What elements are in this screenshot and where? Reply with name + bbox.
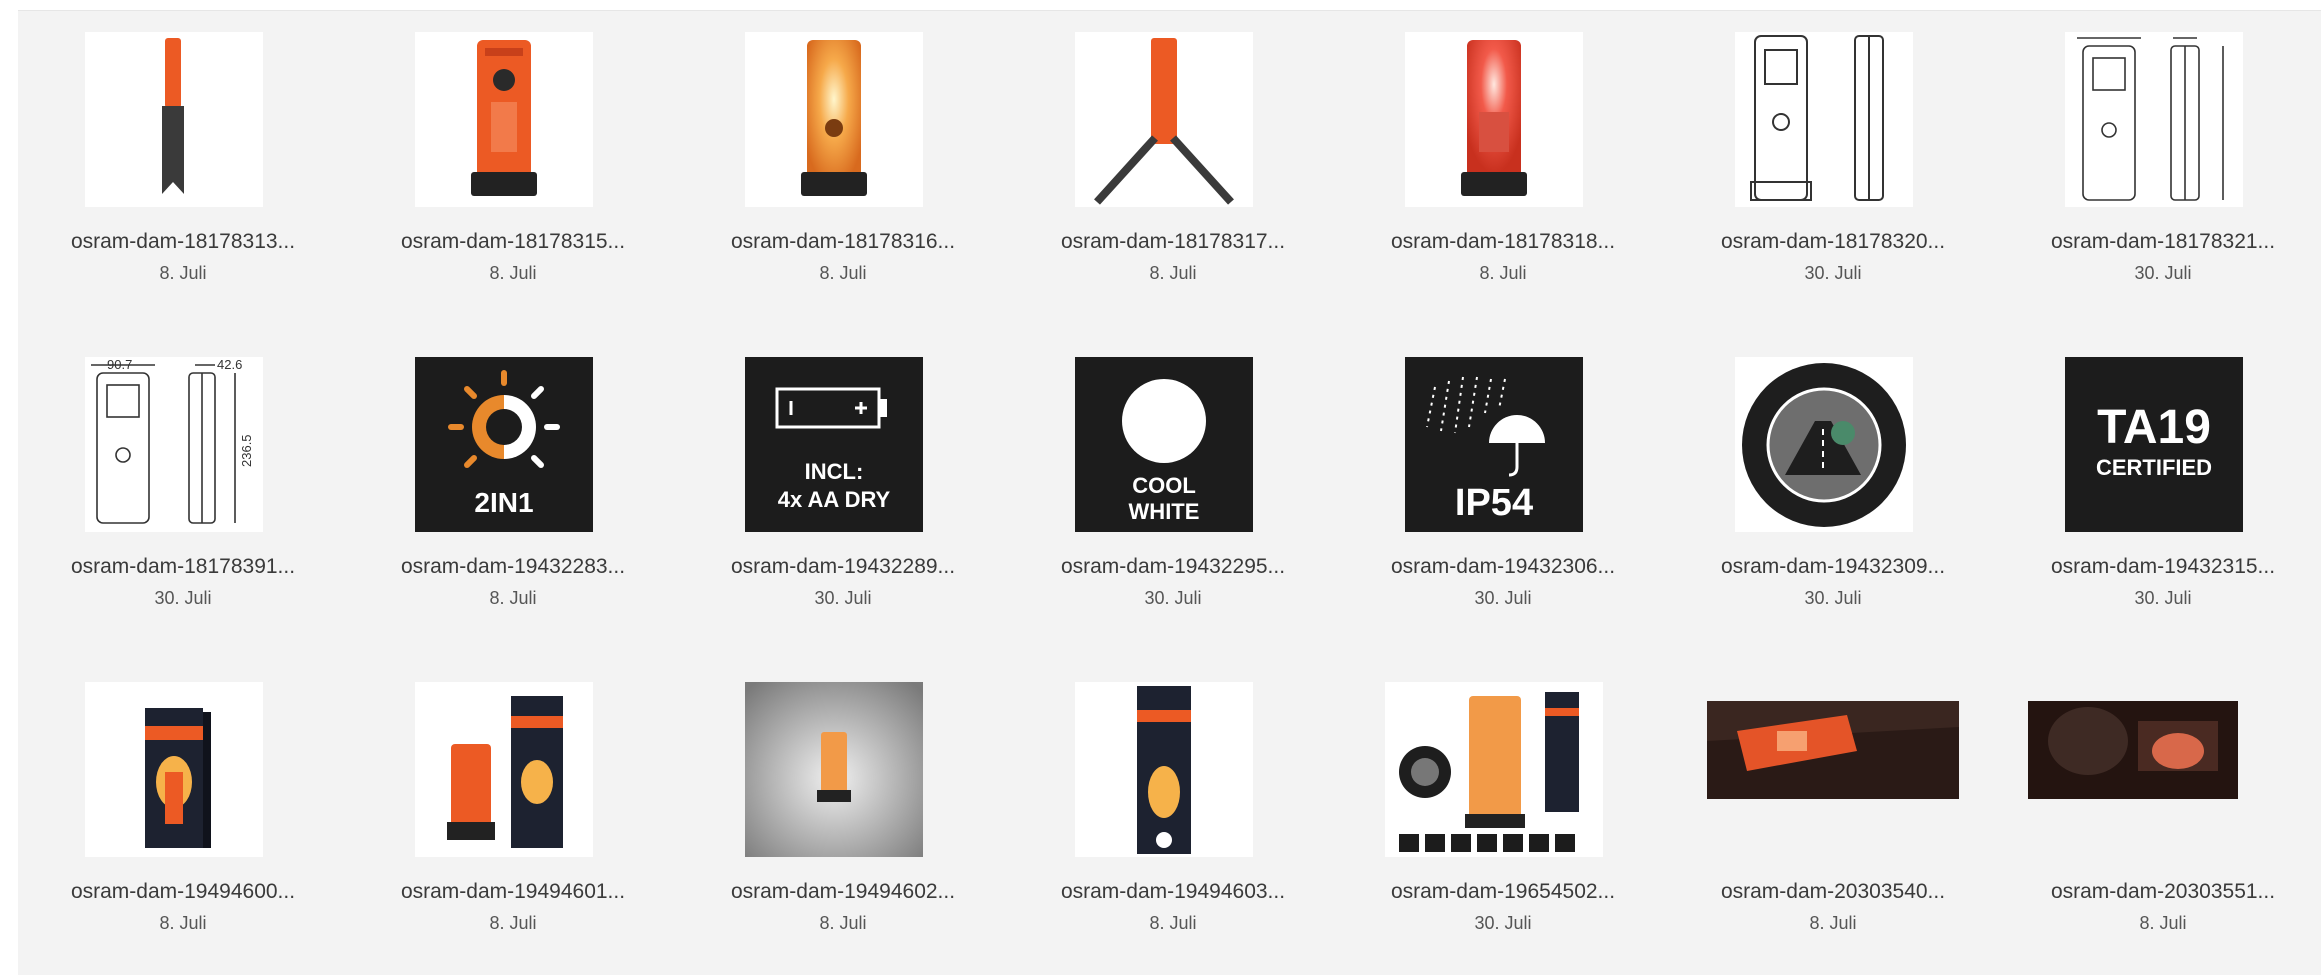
file-date: 8. Juli: [489, 588, 537, 608]
line-drawing-image: [1735, 32, 1913, 207]
file-name: osram-dam-18178313...: [70, 230, 296, 253]
file-tile[interactable]: osram-dam-18178317... 8. Juli: [1008, 11, 1338, 311]
file-name: osram-dam-19432295...: [1060, 555, 1286, 578]
file-name: osram-dam-19494601...: [400, 880, 626, 903]
dimension-drawing-image: [2065, 32, 2243, 207]
packaging-image: [85, 682, 263, 857]
street-legal-seal-image: [1735, 357, 1913, 532]
badge-label-line2: CERTIFIED: [2096, 455, 2212, 480]
cool-white-badge-image: COOL WHITE: [1075, 357, 1253, 532]
file-tile[interactable]: osram-dam-18178320... 30. Juli: [1668, 11, 1998, 311]
file-name: osram-dam-19494603...: [1060, 880, 1286, 903]
file-date: 8. Juli: [2139, 913, 2187, 933]
dimension-depth: 42.6: [217, 357, 242, 372]
file-date: 30. Juli: [1804, 263, 1862, 283]
file-tile[interactable]: IP54 osram-dam-19432306... 30. Juli: [1338, 336, 1668, 636]
badge-label-line2: 4x AA DRY: [778, 487, 891, 512]
file-name: osram-dam-20303551...: [2050, 880, 2276, 903]
file-date: 8. Juli: [159, 263, 207, 283]
file-tile[interactable]: osram-dam-18178315... 8. Juli: [348, 11, 678, 311]
file-tile[interactable]: 90.7 42.6 236.5 osram-dam-18178391... 30…: [18, 336, 348, 636]
badge-label-line1: TA19: [2097, 401, 2211, 454]
car-interior-scene-image: [2028, 701, 2238, 799]
file-date: 30. Juli: [2134, 263, 2192, 283]
file-date: 30. Juli: [1474, 588, 1532, 608]
ta19-badge-image: TA19 CERTIFIED: [2065, 357, 2243, 532]
file-tile[interactable]: osram-dam-19494602... 8. Juli: [678, 661, 1008, 961]
file-date: 8. Juli: [1479, 263, 1527, 283]
file-date: 8. Juli: [489, 913, 537, 933]
file-date: 8. Juli: [1149, 263, 1197, 283]
file-date: 30. Juli: [154, 588, 212, 608]
badge-label-line1: INCL:: [805, 459, 864, 484]
badge-label-line2: WHITE: [1129, 499, 1200, 524]
file-date: 8. Juli: [489, 263, 537, 283]
file-tile[interactable]: osram-dam-19494600... 8. Juli: [18, 661, 348, 961]
badge-label: 2IN1: [474, 487, 533, 518]
file-tile[interactable]: osram-dam-18178313... 8. Juli: [18, 11, 348, 311]
lamp-back-image: [415, 32, 593, 207]
file-tile[interactable]: osram-dam-20303540... 8. Juli: [1668, 661, 1998, 961]
file-date: 30. Juli: [1144, 588, 1202, 608]
lamp-tripod-image: [1075, 32, 1253, 207]
file-tile[interactable]: osram-dam-18178318... 8. Juli: [1338, 11, 1668, 311]
lamp-red-lit-image: [1405, 32, 1583, 207]
file-date: 8. Juli: [159, 913, 207, 933]
file-tile[interactable]: osram-dam-20303551... 8. Juli: [1998, 661, 2321, 961]
file-date: 30. Juli: [814, 588, 872, 608]
file-name: osram-dam-19432306...: [1390, 555, 1616, 578]
2in1-badge-image: 2IN1: [415, 357, 593, 532]
file-name: osram-dam-18178315...: [400, 230, 626, 253]
file-name: osram-dam-18178391...: [70, 555, 296, 578]
file-tile[interactable]: osram-dam-19494603... 8. Juli: [1008, 661, 1338, 961]
file-date: 8. Juli: [819, 263, 867, 283]
file-date: 8. Juli: [1809, 913, 1857, 933]
dimension-drawing-mm-image: 90.7 42.6 236.5: [85, 357, 263, 532]
file-name: osram-dam-19432289...: [730, 555, 956, 578]
file-name: osram-dam-18178316...: [730, 230, 956, 253]
file-date: 30. Juli: [1804, 588, 1862, 608]
file-date: 8. Juli: [819, 913, 867, 933]
ip54-badge-image: IP54: [1405, 357, 1583, 532]
file-tile[interactable]: osram-dam-18178316... 8. Juli: [678, 11, 1008, 311]
dimension-width: 90.7: [107, 357, 132, 372]
badge-label-line1: COOL: [1132, 473, 1196, 498]
file-grid: osram-dam-18178313... 8. Juli osram-dam-…: [18, 10, 2321, 975]
file-date: 8. Juli: [1149, 913, 1197, 933]
file-tile[interactable]: 2IN1 osram-dam-19432283... 8. Juli: [348, 336, 678, 636]
file-name: osram-dam-19432315...: [2050, 555, 2276, 578]
file-name: osram-dam-18178320...: [1720, 230, 1946, 253]
file-name: osram-dam-18178317...: [1060, 230, 1286, 253]
file-name: osram-dam-19494600...: [70, 880, 296, 903]
file-tile[interactable]: COOL WHITE osram-dam-19432295... 30. Jul…: [1008, 336, 1338, 636]
file-name: osram-dam-19654502...: [1390, 880, 1616, 903]
file-name: osram-dam-19494602...: [730, 880, 956, 903]
composite-product-image: [1385, 682, 1603, 857]
file-tile[interactable]: osram-dam-19494601... 8. Juli: [348, 661, 678, 961]
file-name: osram-dam-20303540...: [1720, 880, 1946, 903]
file-tile[interactable]: osram-dam-18178321... 30. Juli: [1998, 11, 2321, 311]
file-name: osram-dam-18178318...: [1390, 230, 1616, 253]
file-date: 30. Juli: [2134, 588, 2192, 608]
lamp-dark-scene-image: [1707, 701, 1959, 799]
file-tile[interactable]: TA19 CERTIFIED osram-dam-19432315... 30.…: [1998, 336, 2321, 636]
packaging-tall-image: [1075, 682, 1253, 857]
packaging-with-lamp-image: [415, 682, 593, 857]
file-name: osram-dam-19432309...: [1720, 555, 1946, 578]
badge-label: IP54: [1455, 482, 1533, 524]
file-name: osram-dam-18178321...: [2050, 230, 2276, 253]
file-tile[interactable]: INCL: 4x AA DRY osram-dam-19432289... 30…: [678, 336, 1008, 636]
lamp-stand-closed-image: [85, 32, 263, 207]
dimension-height: 236.5: [239, 434, 254, 467]
file-name: osram-dam-19432283...: [400, 555, 626, 578]
file-date: 30. Juli: [1474, 913, 1532, 933]
file-tile[interactable]: osram-dam-19654502... 30. Juli: [1338, 661, 1668, 961]
file-tile[interactable]: osram-dam-19432309... 30. Juli: [1668, 336, 1998, 636]
lamp-lit-image: [745, 32, 923, 207]
battery-badge-image: INCL: 4x AA DRY: [745, 357, 923, 532]
lamp-grey-backdrop-image: [745, 682, 923, 857]
